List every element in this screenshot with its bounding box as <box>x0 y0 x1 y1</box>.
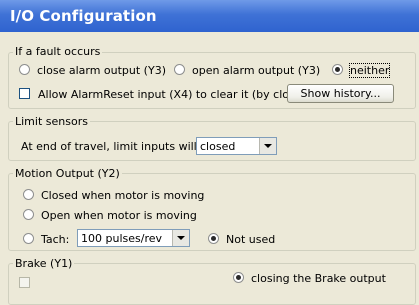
radio-closing-brake-label[interactable]: closing the Brake output <box>251 272 386 285</box>
window-title: I/O Configuration <box>10 7 157 25</box>
brake-checkbox[interactable] <box>19 277 30 288</box>
limit-legend: Limit sensors <box>13 115 90 128</box>
radio-closed-moving[interactable] <box>23 189 34 200</box>
radio-tach-label[interactable]: Tach: <box>41 233 69 246</box>
radio-neither[interactable] <box>332 64 343 75</box>
radio-neither-label[interactable]: neither <box>348 63 391 78</box>
brake-legend: Brake (Y1) <box>13 257 75 270</box>
tach-select-value: 100 pulses/rev <box>81 232 162 245</box>
radio-not-used-label[interactable]: Not used <box>226 233 275 246</box>
allow-reset-checkbox[interactable] <box>19 88 30 99</box>
limit-select-value: closed <box>200 140 236 153</box>
tach-select[interactable]: 100 pulses/rev <box>77 229 190 247</box>
radio-open-moving-label[interactable]: Open when motor is moving <box>41 209 197 222</box>
motion-legend: Motion Output (Y2) <box>13 167 122 180</box>
radio-open-moving[interactable] <box>23 209 34 220</box>
limit-select[interactable]: closed <box>196 137 277 155</box>
radio-tach[interactable] <box>23 233 34 244</box>
limit-label: At end of travel, limit inputs will be <box>21 140 214 153</box>
radio-closing-brake[interactable] <box>233 272 244 283</box>
radio-open-alarm-label[interactable]: open alarm output (Y3) <box>192 64 320 77</box>
radio-close-alarm-label[interactable]: close alarm output (Y3) <box>37 64 166 77</box>
radio-closed-moving-label[interactable]: Closed when motor is moving <box>41 189 204 202</box>
radio-not-used[interactable] <box>208 233 219 244</box>
chevron-down-icon[interactable] <box>259 138 276 154</box>
chevron-down-icon[interactable] <box>172 230 189 246</box>
show-history-button[interactable]: Show history... <box>287 84 394 103</box>
fault-legend: If a fault occurs <box>13 45 103 58</box>
radio-close-alarm[interactable] <box>19 64 30 75</box>
allow-reset-label[interactable]: Allow AlarmReset input (X4) to clear it … <box>38 88 316 101</box>
radio-open-alarm[interactable] <box>174 64 185 75</box>
